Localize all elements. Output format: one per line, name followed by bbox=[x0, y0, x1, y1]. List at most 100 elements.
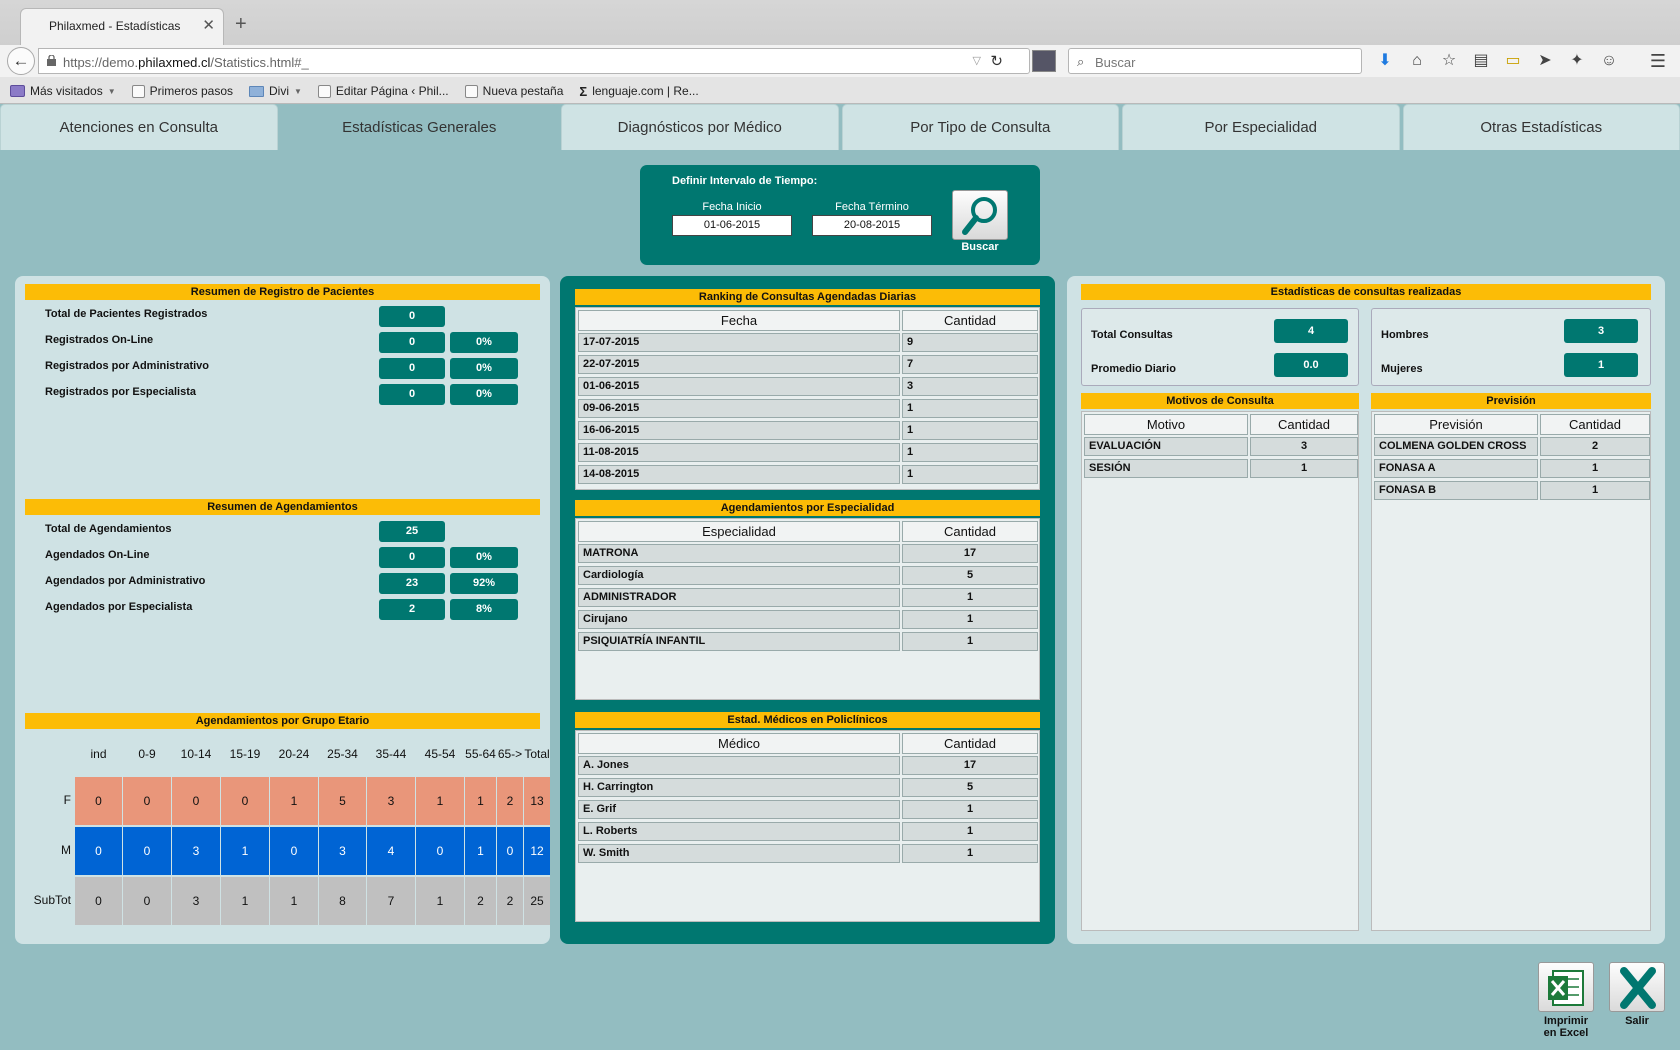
url-text: https://demo.philaxmed.cl/Statistics.htm… bbox=[63, 55, 309, 70]
ruler-icon[interactable]: ▭ bbox=[1502, 50, 1524, 72]
middle-panel: Ranking de Consultas Agendadas Diarias F… bbox=[560, 276, 1055, 944]
age-cell: 0 bbox=[123, 777, 171, 825]
stat-label: Hombres bbox=[1381, 329, 1429, 341]
table-cell: MATRONA bbox=[578, 544, 900, 563]
chat-icon[interactable]: ☺ bbox=[1598, 50, 1620, 72]
age-cell: 1 bbox=[270, 877, 318, 925]
bookmark-item[interactable]: Nueva pestaña bbox=[464, 84, 563, 98]
stat-value: 0 bbox=[379, 384, 445, 405]
ranking-header: Ranking de Consultas Agendadas Diarias bbox=[575, 289, 1040, 305]
bookmark-item[interactable]: Primeros pasos bbox=[131, 84, 233, 98]
stat-label: Registrados por Especialista bbox=[45, 386, 196, 398]
send-icon[interactable]: ➤ bbox=[1534, 50, 1556, 72]
stat-label: Agendados por Administrativo bbox=[45, 575, 206, 587]
bookmark-item[interactable]: Divi ▼ bbox=[249, 84, 302, 98]
table-cell: 17-07-2015 bbox=[578, 333, 900, 352]
table-cell: W. Smith bbox=[578, 844, 900, 863]
stat-value: 1 bbox=[1564, 353, 1638, 377]
hamburger-menu-icon[interactable]: ☰ bbox=[1650, 51, 1666, 72]
stat-percent: 0% bbox=[450, 358, 518, 379]
prevision-table: Previsión Cantidad COLMENA GOLDEN CROSS 2 FO… bbox=[1371, 411, 1651, 931]
bookmark-item[interactable]: Editar Página ‹ Phil... bbox=[317, 84, 449, 98]
age-cell: 0 bbox=[123, 827, 171, 875]
column-header: Cantidad bbox=[1250, 414, 1358, 435]
table-cell: 16-06-2015 bbox=[578, 421, 900, 440]
stat-value: 3 bbox=[1564, 319, 1638, 343]
new-tab-icon[interactable]: + bbox=[235, 13, 247, 36]
stat-label: Total Consultas bbox=[1091, 329, 1173, 341]
stat-value: 0.0 bbox=[1274, 353, 1348, 377]
age-cell: 2 bbox=[497, 777, 523, 825]
back-arrow-icon[interactable]: ← bbox=[7, 47, 35, 75]
column-header: Especialidad bbox=[578, 521, 900, 542]
tab-estadisticas-generales[interactable]: Estadísticas Generales bbox=[280, 104, 558, 150]
age-header-cell: 45-54 bbox=[424, 747, 456, 761]
url-dropdown-icon[interactable]: ▽ bbox=[973, 54, 981, 67]
browser-search-input[interactable]: ⌕ Buscar bbox=[1068, 48, 1362, 74]
bookmark-item[interactable]: Más visitados ▼ bbox=[10, 84, 116, 98]
age-cell: 1 bbox=[270, 777, 318, 825]
table-cell: 17 bbox=[902, 756, 1038, 775]
table-cell: 11-08-2015 bbox=[578, 443, 900, 462]
tab-tipo-consulta[interactable]: Por Tipo de Consulta bbox=[841, 104, 1119, 150]
age-row-label: SubTot bbox=[33, 893, 71, 907]
table-cell: SESIÓN bbox=[1084, 459, 1248, 478]
table-cell: H. Carrington bbox=[578, 778, 900, 797]
bookmark-star-icon[interactable]: ☆ bbox=[1438, 50, 1460, 72]
tab-otras[interactable]: Otras Estadísticas bbox=[1402, 104, 1680, 150]
age-cell: 2 bbox=[497, 877, 523, 925]
table-cell: Cirujano bbox=[578, 610, 900, 629]
chevron-down-icon: ▼ bbox=[107, 86, 116, 96]
exit-button[interactable] bbox=[1609, 962, 1665, 1012]
page-icon bbox=[317, 84, 331, 98]
table-cell: 1 bbox=[902, 421, 1038, 440]
consults-header: Estadísticas de consultas realizadas bbox=[1081, 284, 1651, 300]
chevron-down-icon: ▼ bbox=[294, 86, 302, 96]
bookmark-item[interactable]: Σlenguaje.com | Re... bbox=[579, 84, 698, 99]
page-icon bbox=[131, 84, 145, 98]
stat-label: Registrados por Administrativo bbox=[45, 360, 210, 372]
start-date-input[interactable]: 01-06-2015 bbox=[672, 215, 792, 236]
download-icon[interactable]: ⬇ bbox=[1374, 50, 1396, 72]
table-cell: 1 bbox=[902, 844, 1038, 863]
browser-tab[interactable]: Philaxmed - Estadísticas ✕ bbox=[20, 8, 224, 45]
age-header-cell: 55-64 bbox=[465, 747, 496, 761]
reading-list-icon[interactable]: ▤ bbox=[1470, 50, 1492, 72]
age-cell: 1 bbox=[221, 827, 269, 875]
home-icon[interactable]: ⌂ bbox=[1406, 50, 1428, 72]
browser-navbar: ← https://demo.philaxmed.cl/Statistics.h… bbox=[0, 45, 1680, 77]
stat-percent: 92% bbox=[450, 573, 518, 594]
age-cell: 1 bbox=[416, 777, 464, 825]
end-date-input[interactable]: 20-08-2015 bbox=[812, 215, 932, 236]
age-cell: 1 bbox=[416, 877, 464, 925]
close-tab-icon[interactable]: ✕ bbox=[202, 16, 215, 34]
app-tabs: Atenciones en Consulta Estadísticas Gene… bbox=[0, 104, 1680, 150]
url-bar[interactable]: https://demo.philaxmed.cl/Statistics.htm… bbox=[38, 48, 1030, 74]
table-cell: 1 bbox=[902, 800, 1038, 819]
tab-atenciones[interactable]: Atenciones en Consulta bbox=[0, 104, 278, 150]
column-header: Cantidad bbox=[902, 521, 1038, 542]
left-panel: Resumen de Registro de Pacientes Total d… bbox=[15, 276, 550, 944]
stat-value: 0 bbox=[379, 547, 445, 568]
appointments-summary-header: Resumen de Agendamientos bbox=[25, 499, 540, 515]
stat-label: Agendados por Especialista bbox=[45, 601, 193, 613]
patients-summary-header: Resumen de Registro de Pacientes bbox=[25, 284, 540, 300]
search-button[interactable] bbox=[952, 190, 1008, 240]
ranking-table: Fecha Cantidad 17-07-2015 9 22-07-2015 7 01-06… bbox=[575, 307, 1040, 490]
tab-diagnosticos[interactable]: Diagnósticos por Médico bbox=[561, 104, 839, 150]
age-header-cell: 0-9 bbox=[138, 747, 156, 761]
export-excel-button[interactable] bbox=[1538, 962, 1594, 1012]
reload-icon[interactable]: ↻ bbox=[990, 52, 1003, 70]
age-cell: 3 bbox=[367, 777, 415, 825]
age-header-cell: 15-19 bbox=[229, 747, 261, 761]
extension-icon[interactable]: ✦ bbox=[1566, 50, 1588, 72]
browser-tab-title: Philaxmed - Estadísticas bbox=[49, 19, 181, 33]
age-cell: 5 bbox=[319, 777, 366, 825]
age-header-cell: 10-14 bbox=[180, 747, 212, 761]
table-cell: 1 bbox=[902, 610, 1038, 629]
site-logo-icon: Σ bbox=[579, 83, 588, 99]
column-header: Motivo bbox=[1084, 414, 1248, 435]
motivos-table: Motivo Cantidad EVALUACIÓN 3 SESIÓN 1 bbox=[1081, 411, 1359, 931]
page-thumbnail-icon[interactable] bbox=[1032, 50, 1056, 72]
tab-especialidad[interactable]: Por Especialidad bbox=[1122, 104, 1400, 150]
